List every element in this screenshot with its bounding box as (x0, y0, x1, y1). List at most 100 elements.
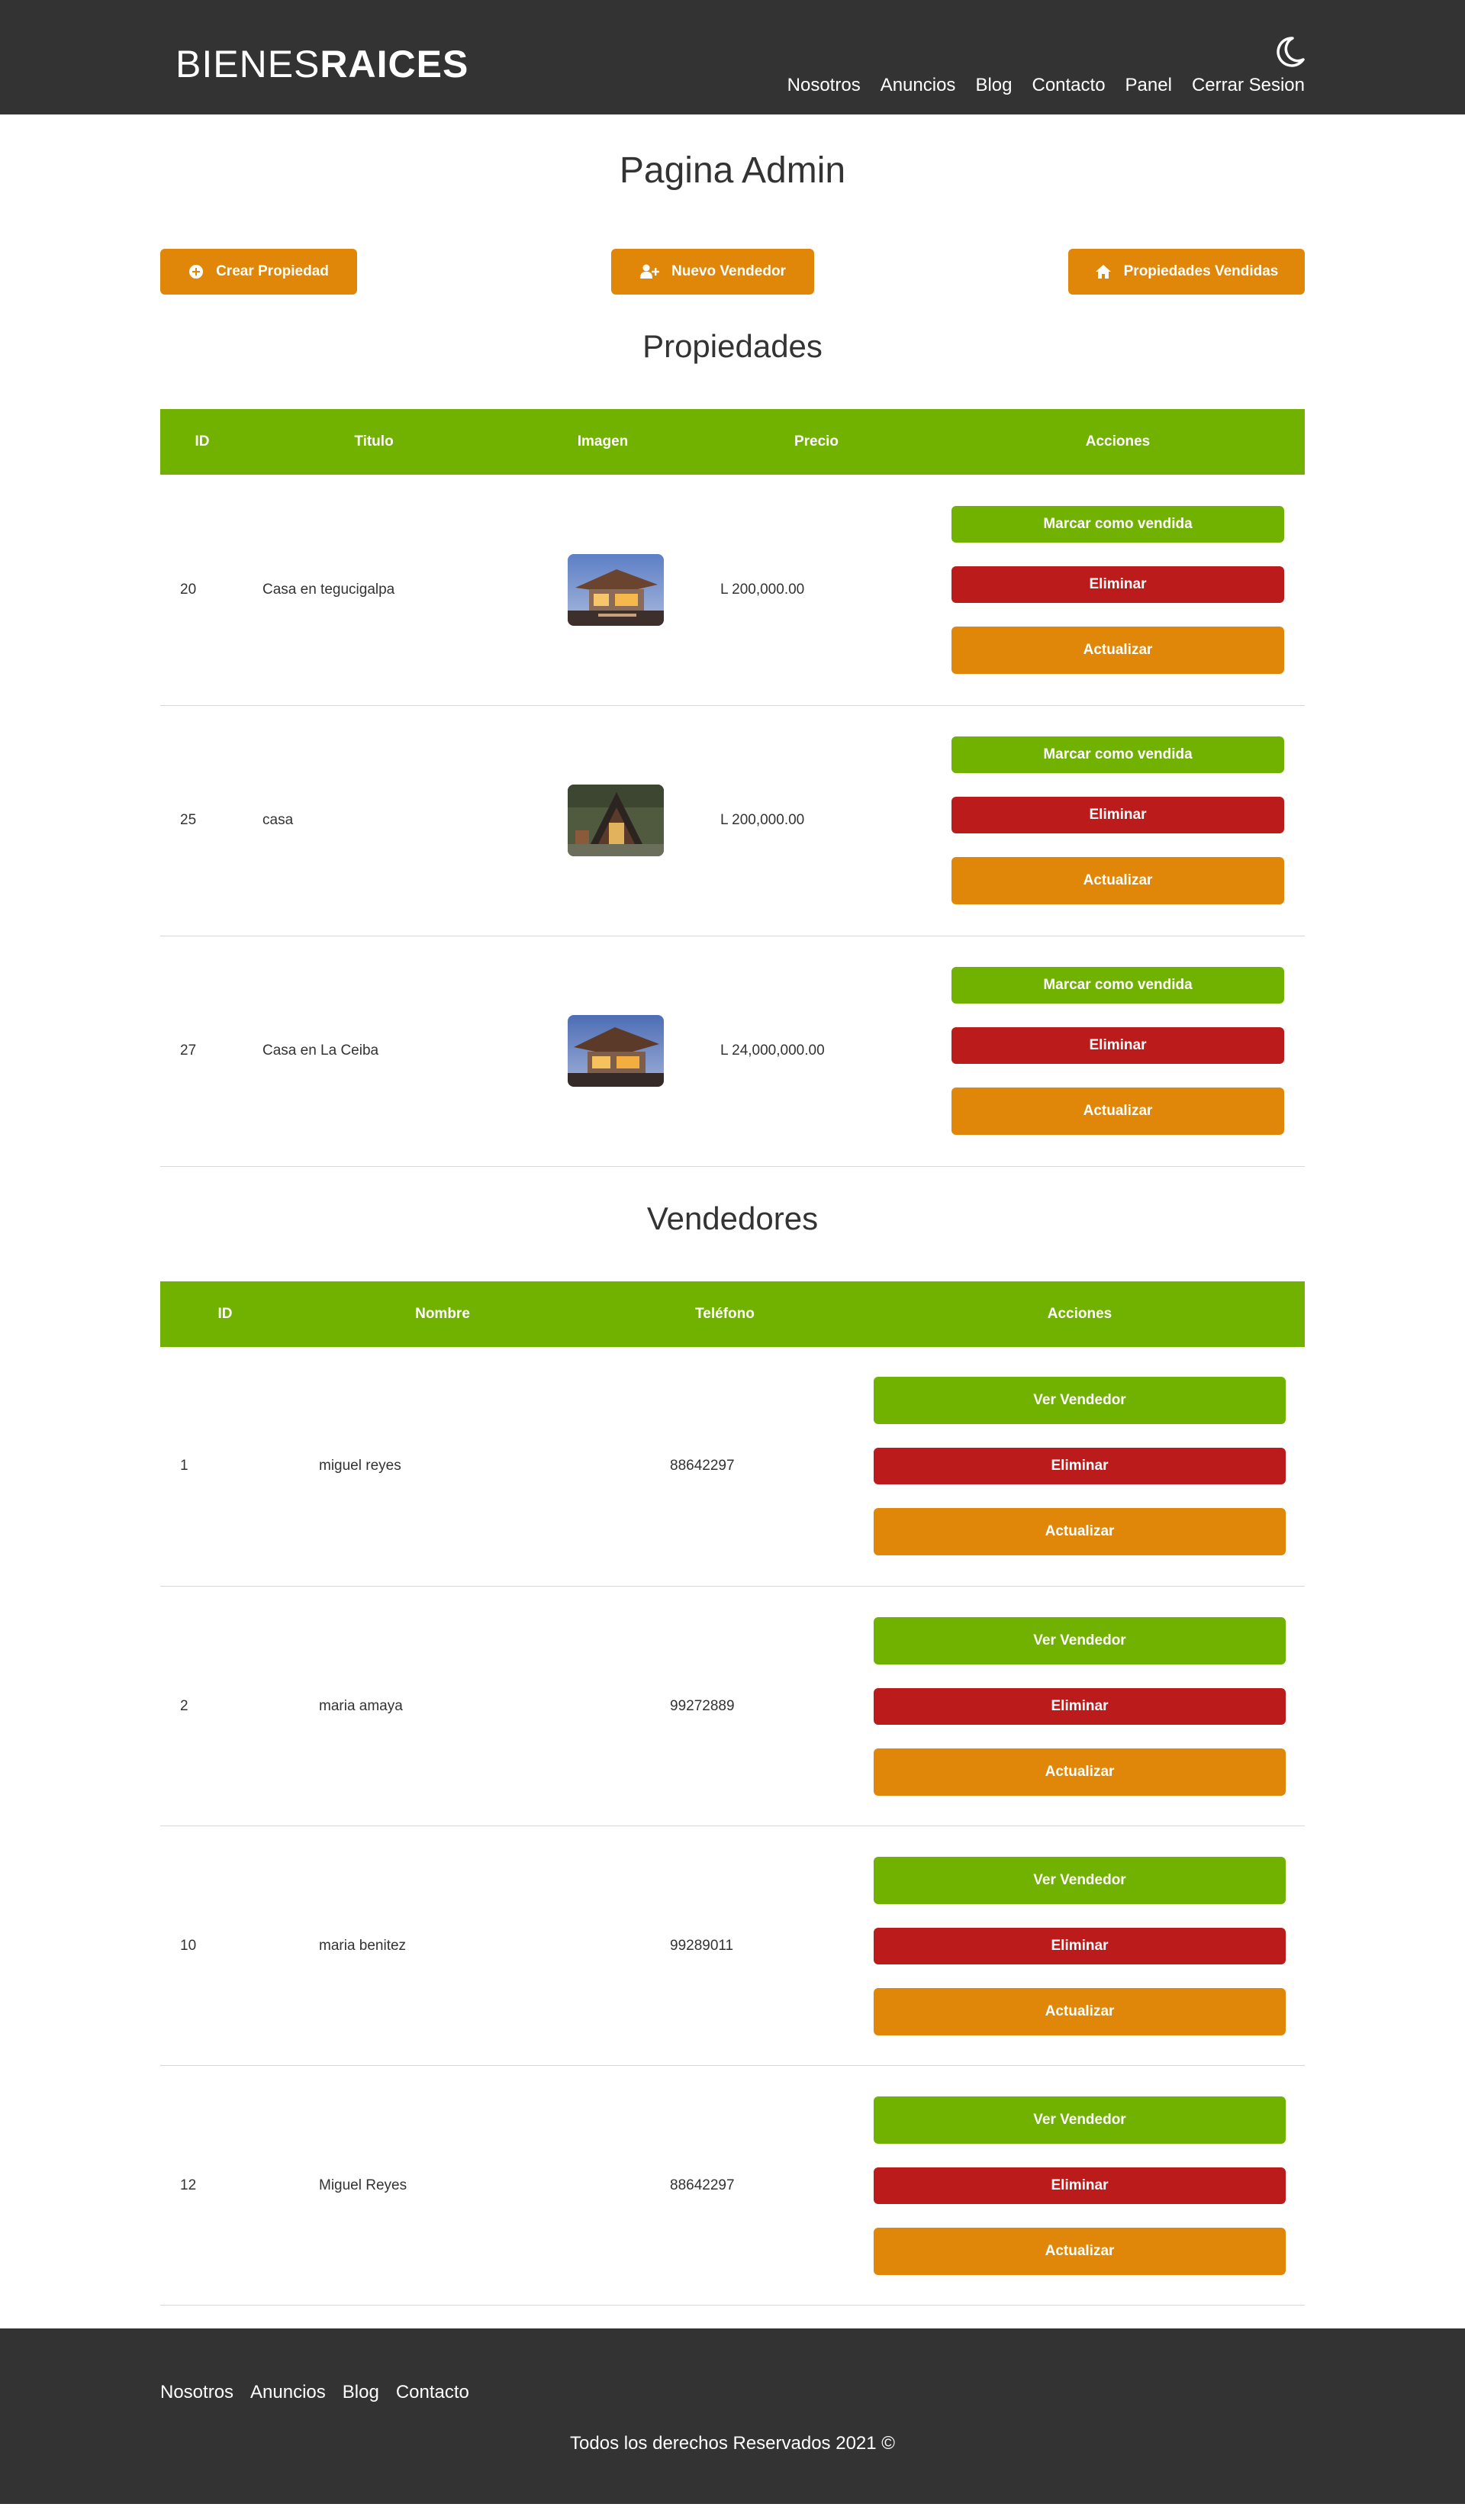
cell-telefono: 99272889 (670, 1697, 735, 1714)
ver-vendedor-button[interactable]: Ver Vendedor (874, 2096, 1286, 2144)
actualizar-button[interactable]: Actualizar (874, 2227, 1286, 2275)
plus-circle-icon (189, 265, 204, 279)
nav-link-contacto[interactable]: Contacto (1032, 70, 1105, 101)
table-row: 1 miguel reyes 88642297 Ver Vendedor Eli… (160, 1347, 1305, 1587)
page-title: Pagina Admin (619, 150, 846, 191)
cell-id: 12 (180, 2177, 197, 2193)
col-header-precio: Precio (794, 433, 839, 450)
table-row: 20 Casa en tegucigalpa L 200,000.00 Marc… (160, 475, 1305, 705)
nav-link-nosotros[interactable]: Nosotros (787, 70, 861, 101)
row-actions: Ver Vendedor Eliminar Actualizar (855, 1856, 1305, 2035)
site-footer: Nosotros Anuncios Blog Contacto Todos lo… (0, 2328, 1465, 2504)
ver-vendedor-button[interactable]: Ver Vendedor (874, 1377, 1286, 1425)
copyright-text: Todos los derechos Reservados 2021 © (570, 2433, 895, 2454)
nuevo-vendedor-label: Nuevo Vendedor (671, 263, 786, 279)
nuevo-vendedor-button[interactable]: Nuevo Vendedor (611, 249, 814, 295)
ver-vendedor-button[interactable]: Ver Vendedor (874, 1856, 1286, 1904)
cell-precio: L 200,000.00 (720, 812, 805, 828)
row-actions: Marcar como vendida Eliminar Actualizar (931, 736, 1305, 904)
moon-icon[interactable] (1274, 35, 1305, 69)
cell-nombre: miguel reyes (319, 1458, 401, 1474)
footer-link-anuncios[interactable]: Anuncios (250, 2377, 326, 2408)
nav-link-anuncios[interactable]: Anuncios (881, 70, 956, 101)
house-photo (568, 1015, 664, 1087)
cell-nombre: Miguel Reyes (319, 2177, 407, 2193)
cell-id: 20 (180, 581, 197, 598)
col-header-acciones: Acciones (1085, 433, 1151, 450)
eliminar-button[interactable]: Eliminar (951, 797, 1284, 833)
table-header-row: ID Titulo Imagen Precio Acciones (160, 409, 1305, 475)
house-photo (568, 553, 664, 626)
cell-id: 25 (180, 812, 197, 828)
vendedores-title: Vendedores (646, 1200, 819, 1236)
cell-nombre: maria benitez (319, 1937, 407, 1954)
marcar-vendida-button[interactable]: Marcar como vendida (951, 505, 1284, 543)
row-actions: Ver Vendedor Eliminar Actualizar (855, 1377, 1305, 1556)
col-header-id: ID (217, 1305, 233, 1322)
house-photo (568, 785, 664, 856)
table-row: 27 Casa en La Ceiba L 24,000,000.00 Marc… (160, 936, 1305, 1166)
propiedades-title: Propiedades (642, 328, 823, 364)
col-header-telefono: Teléfono (695, 1305, 755, 1322)
col-header-nombre: Nombre (415, 1305, 470, 1322)
row-actions: Marcar como vendida Eliminar Actualizar (931, 505, 1305, 674)
main-nav: Nosotros Anuncios Blog Contacto Panel Ce… (787, 70, 1305, 101)
nav-link-blog[interactable]: Blog (975, 70, 1012, 101)
table-header-row: ID Nombre Teléfono Acciones (160, 1281, 1305, 1347)
marcar-vendida-button[interactable]: Marcar como vendida (951, 967, 1284, 1004)
table-row: 12 Miguel Reyes 88642297 Ver Vendedor El… (160, 2066, 1305, 2306)
row-actions: Ver Vendedor Eliminar Actualizar (855, 1616, 1305, 1796)
eliminar-button[interactable]: Eliminar (874, 1448, 1286, 1485)
admin-actions: Crear Propiedad Nuevo Vendedor Propiedad… (160, 249, 1305, 295)
main-content: Pagina Admin Crear Propiedad Nuevo Vende… (160, 147, 1305, 2306)
site-logo[interactable]: BIENESRAICES (175, 41, 468, 87)
crear-propiedad-label: Crear Propiedad (216, 263, 329, 279)
nav-link-panel[interactable]: Panel (1125, 70, 1172, 101)
marcar-vendida-button[interactable]: Marcar como vendida (951, 736, 1284, 773)
actualizar-button[interactable]: Actualizar (951, 1088, 1284, 1135)
actualizar-button[interactable]: Actualizar (874, 1987, 1286, 2035)
actualizar-button[interactable]: Actualizar (874, 1508, 1286, 1556)
cell-precio: L 24,000,000.00 (720, 1042, 825, 1059)
home-icon (1095, 265, 1111, 279)
user-plus-icon (640, 264, 660, 279)
eliminar-button[interactable]: Eliminar (951, 566, 1284, 603)
cell-telefono: 99289011 (670, 1937, 734, 1954)
footer-link-contacto[interactable]: Contacto (396, 2377, 469, 2408)
cell-titulo: casa (262, 812, 294, 828)
site-header: BIENESRAICES Nosotros Anuncios Blog Cont… (0, 0, 1465, 114)
cell-id: 27 (180, 1042, 197, 1059)
ver-vendedor-button[interactable]: Ver Vendedor (874, 1616, 1286, 1664)
row-actions: Ver Vendedor Eliminar Actualizar (855, 2096, 1305, 2275)
cell-telefono: 88642297 (670, 1458, 735, 1474)
crear-propiedad-button[interactable]: Crear Propiedad (160, 249, 357, 295)
row-actions: Marcar como vendida Eliminar Actualizar (931, 967, 1305, 1135)
actualizar-button[interactable]: Actualizar (951, 626, 1284, 674)
actualizar-button[interactable]: Actualizar (951, 857, 1284, 904)
col-header-titulo: Titulo (354, 433, 394, 450)
col-header-id: ID (195, 433, 210, 450)
logo-light-text: BIENES (175, 43, 320, 85)
actualizar-button[interactable]: Actualizar (874, 1748, 1286, 1796)
footer-link-nosotros[interactable]: Nosotros (160, 2377, 233, 2408)
cell-id: 2 (180, 1697, 188, 1714)
cell-telefono: 88642297 (670, 2177, 735, 2193)
table-row: 10 maria benitez 99289011 Ver Vendedor E… (160, 1826, 1305, 2066)
cell-id: 1 (180, 1458, 188, 1474)
cell-nombre: maria amaya (319, 1697, 403, 1714)
eliminar-button[interactable]: Eliminar (874, 2167, 1286, 2204)
nav-link-cerrar-sesion[interactable]: Cerrar Sesion (1192, 70, 1305, 101)
table-row: 25 casa L 200,000.00 Marcar como vendida… (160, 705, 1305, 936)
propiedades-table: ID Titulo Imagen Precio Acciones 20 Casa… (160, 409, 1305, 1167)
cell-id: 10 (180, 1937, 197, 1954)
propiedades-vendidas-label: Propiedades Vendidas (1123, 263, 1279, 279)
footer-nav: Nosotros Anuncios Blog Contacto (160, 2377, 469, 2408)
eliminar-button[interactable]: Eliminar (874, 1687, 1286, 1725)
table-row: 2 maria amaya 99272889 Ver Vendedor Elim… (160, 1587, 1305, 1826)
vendedores-table: ID Nombre Teléfono Acciones 1 miguel rey… (160, 1281, 1305, 2306)
col-header-imagen: Imagen (577, 433, 629, 450)
footer-link-blog[interactable]: Blog (343, 2377, 379, 2408)
propiedades-vendidas-button[interactable]: Propiedades Vendidas (1068, 249, 1305, 295)
eliminar-button[interactable]: Eliminar (874, 1927, 1286, 1964)
eliminar-button[interactable]: Eliminar (951, 1027, 1284, 1064)
